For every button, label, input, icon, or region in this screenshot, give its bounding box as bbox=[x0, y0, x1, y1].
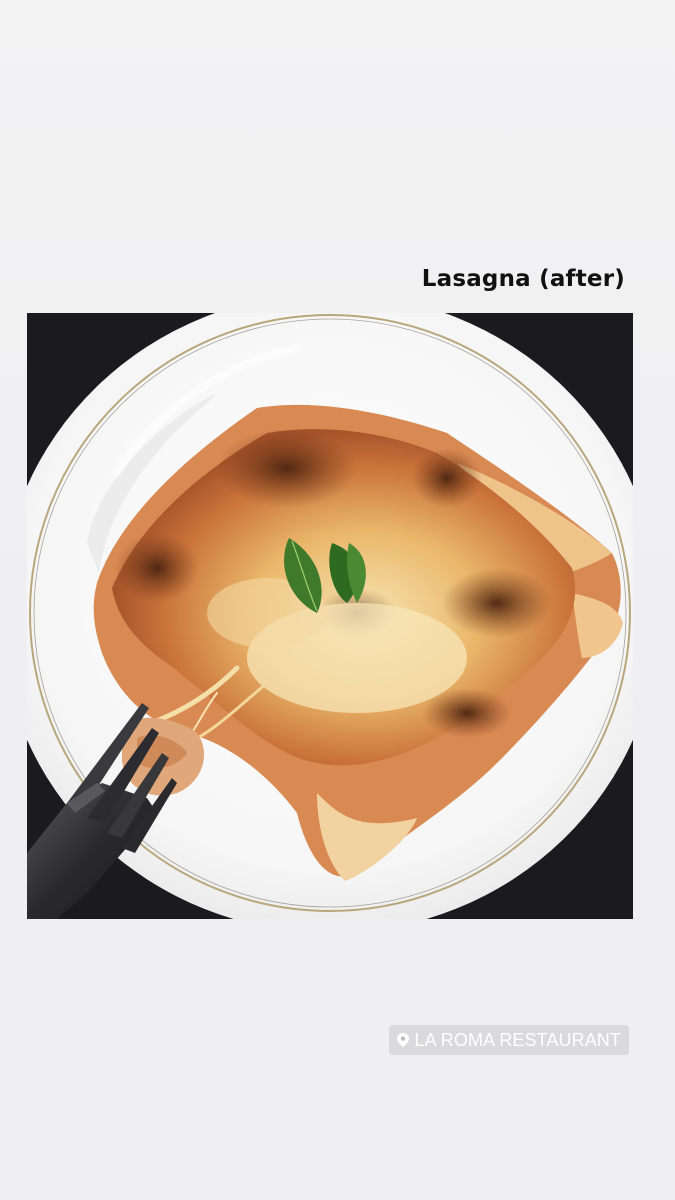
food-photo bbox=[27, 313, 633, 919]
location-sticker[interactable]: LA ROMA RESTAURANT bbox=[389, 1025, 629, 1055]
story-frame: Lasagna (after) LA ROMA RESTAURANT bbox=[0, 0, 675, 1200]
story-caption[interactable]: Lasagna (after) bbox=[422, 266, 625, 292]
location-pin-icon bbox=[397, 1033, 410, 1047]
lasagna-plate-image bbox=[27, 313, 633, 919]
location-label: LA ROMA RESTAURANT bbox=[414, 1029, 621, 1050]
